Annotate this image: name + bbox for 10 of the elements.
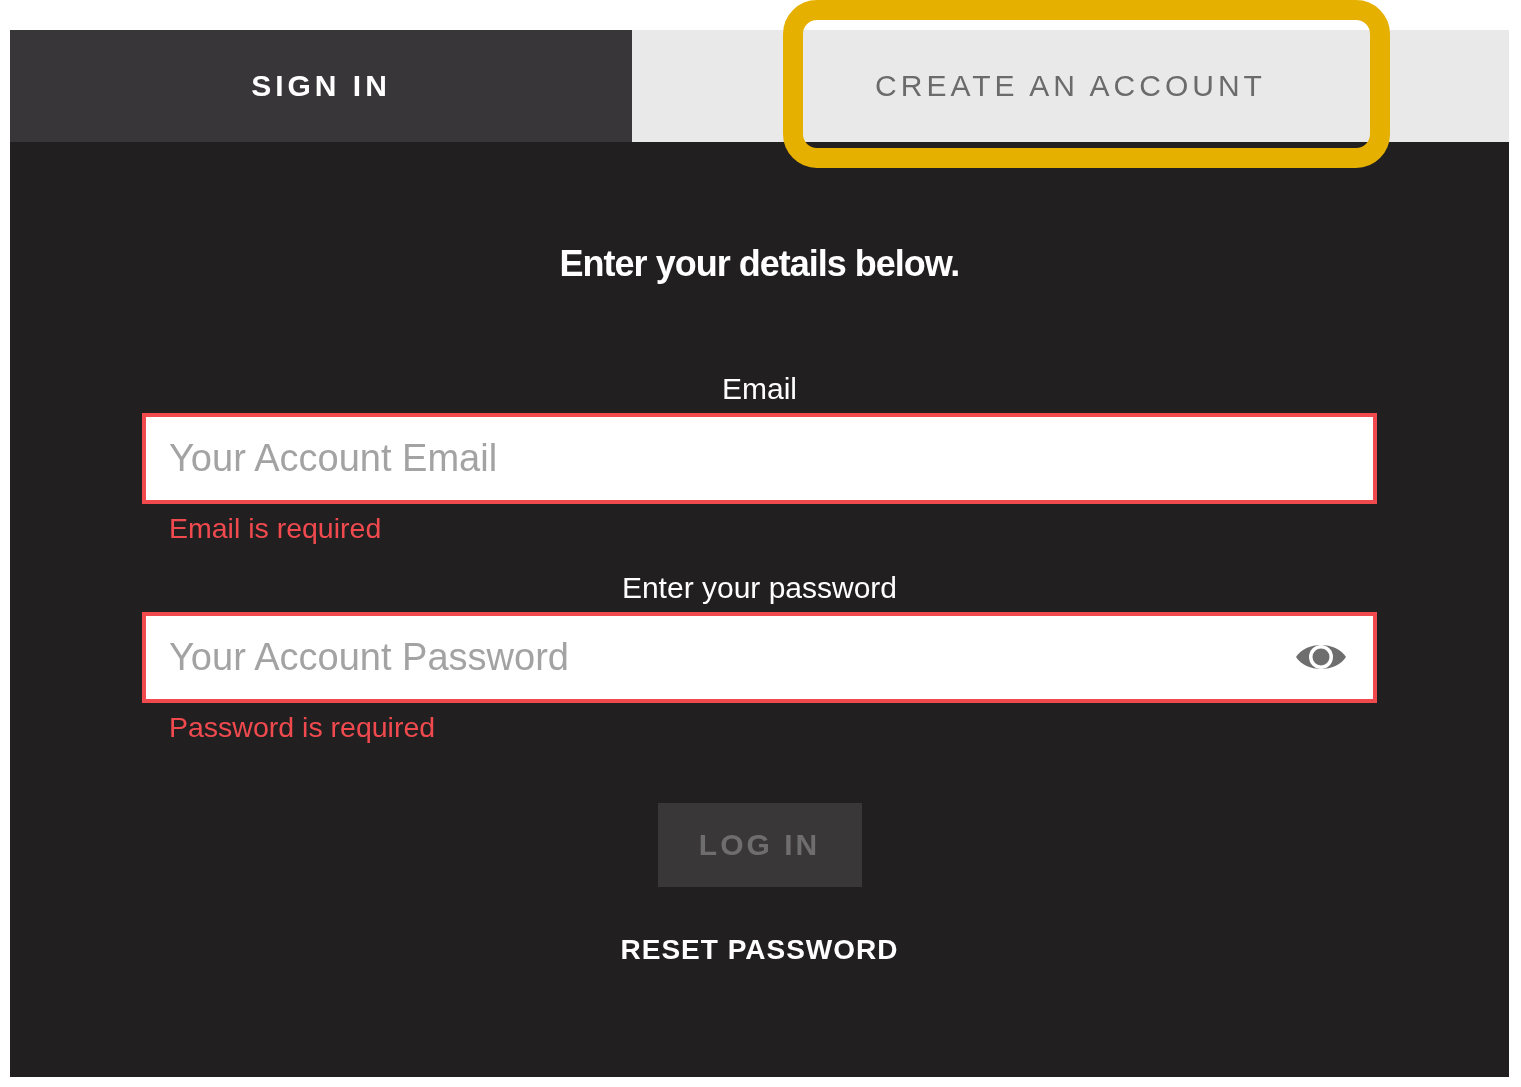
form-heading: Enter your details below. [559, 244, 960, 284]
error-message: Email is required [169, 512, 382, 544]
password-field[interactable]: Your Account Password [142, 612, 1377, 703]
reset-password-link[interactable]: RESET PASSWORD [620, 933, 899, 967]
tab[interactable]: CREATE AN ACCOUNT [632, 30, 1509, 142]
field-label: Enter your password [621, 571, 898, 605]
email-field[interactable]: Your Account Email [142, 413, 1377, 504]
error-message: Password is required [169, 711, 436, 743]
tab[interactable]: SIGN IN [10, 30, 632, 142]
field-label: Email [722, 372, 797, 406]
